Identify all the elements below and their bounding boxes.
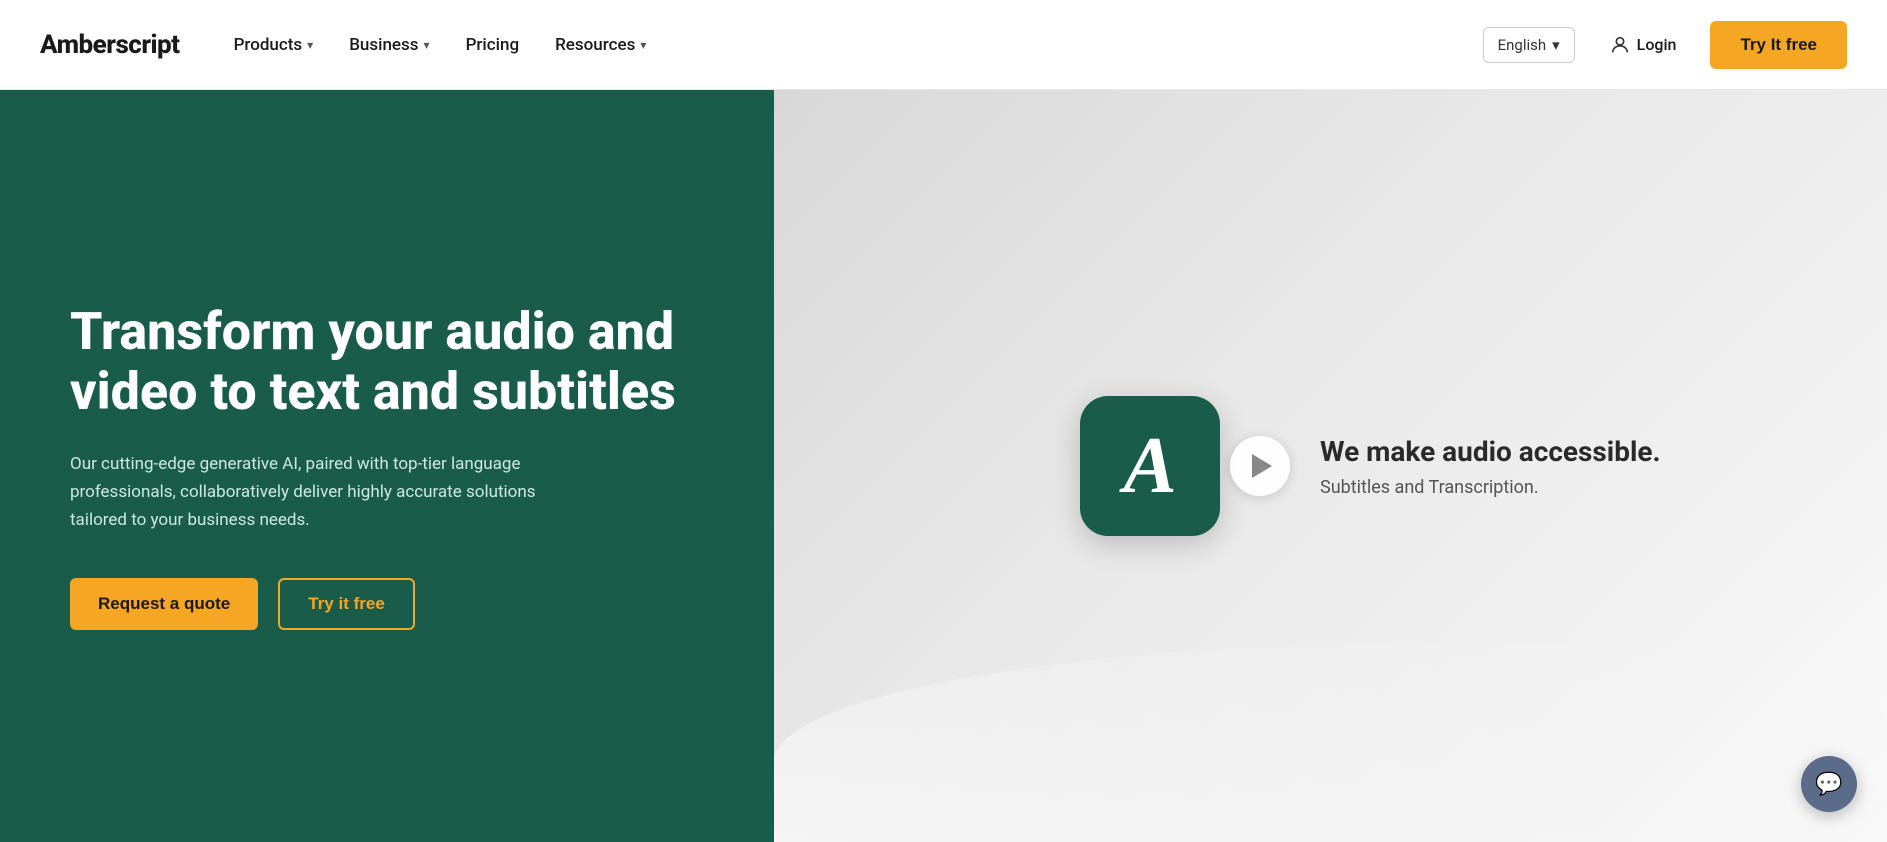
resources-chevron-icon: ▾ [640,38,646,52]
app-icon-letter: A [1123,421,1176,512]
hero-description: Our cutting-edge generative AI, paired w… [70,450,570,534]
business-chevron-icon: ▾ [424,38,430,52]
pricing-label: Pricing [466,35,520,55]
video-subtitle: Subtitles and Transcription. [1320,477,1661,498]
try-free-hero-button[interactable]: Try it free [278,578,415,630]
navbar: Amberscript Products ▾ Business ▾ Pricin… [0,0,1887,90]
app-icon: A [1080,396,1220,536]
products-chevron-icon: ▾ [307,38,313,52]
try-free-button[interactable]: Try It free [1710,21,1847,69]
login-button[interactable]: Login [1595,26,1691,64]
video-text: We make audio accessible. Subtitles and … [1320,434,1661,497]
video-preview: A We make audio accessible. Subtitles an… [1080,396,1661,536]
nav-item-business[interactable]: Business ▾ [335,27,443,63]
user-icon [1609,34,1631,56]
language-chevron-icon: ▾ [1552,36,1560,54]
hero-title: Transform your audio and video to text a… [70,302,704,422]
language-selector[interactable]: English ▾ [1483,27,1575,63]
hero-buttons: Request a quote Try it free [70,578,704,630]
navbar-right: English ▾ Login Try It free [1483,21,1847,69]
language-label: English [1498,36,1547,54]
logo[interactable]: Amberscript [40,30,180,60]
request-quote-button[interactable]: Request a quote [70,578,258,630]
video-title: We make audio accessible. [1320,434,1661,470]
business-label: Business [349,35,418,55]
nav-links: Products ▾ Business ▾ Pricing Resources … [220,27,661,63]
play-button[interactable] [1230,436,1290,496]
nav-item-pricing[interactable]: Pricing [452,27,534,63]
products-label: Products [234,35,303,55]
hero-right-panel: A We make audio accessible. Subtitles an… [774,90,1887,842]
chat-icon: 💬 [1815,772,1842,797]
login-label: Login [1637,35,1677,54]
hero-left-panel: Transform your audio and video to text a… [0,90,774,842]
hero-section: Transform your audio and video to text a… [0,90,1887,842]
navbar-left: Amberscript Products ▾ Business ▾ Pricin… [40,27,660,63]
nav-item-resources[interactable]: Resources ▾ [541,27,660,63]
nav-item-products[interactable]: Products ▾ [220,27,328,63]
play-icon [1252,454,1272,478]
resources-label: Resources [555,35,635,55]
chat-bubble[interactable]: 💬 [1801,756,1857,812]
